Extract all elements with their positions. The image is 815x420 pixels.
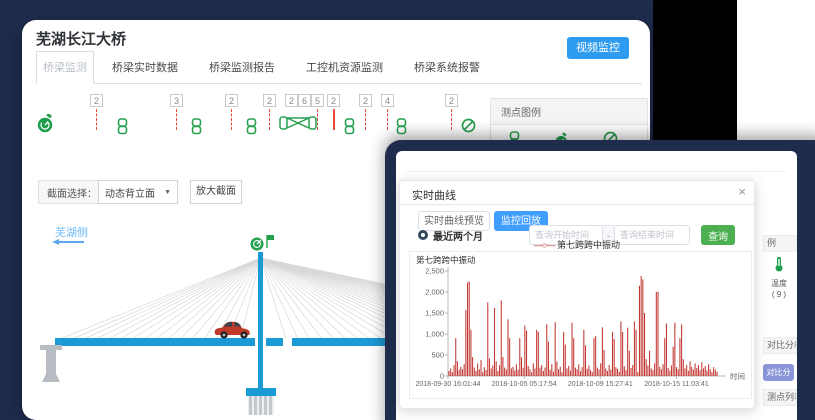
- svg-text:0: 0: [440, 372, 444, 381]
- chart-canvas: 第七跨跨中振动 0 500 1,000 1,500 2,000 2,500 2018-09-3…: [410, 252, 751, 398]
- sensor-count-badge[interactable]: 2: [263, 94, 276, 130]
- link-sensor-icon[interactable]: [117, 118, 128, 135]
- secondary-window: 例 温度 ( 9 ) 对比分析 对比分析 测点列表 实时曲线 × 实时曲线预览: [385, 140, 815, 420]
- link-sensor-icon[interactable]: [396, 118, 407, 135]
- badge-number: 6: [298, 94, 311, 107]
- page-title: 芜湖长江大桥: [36, 28, 126, 49]
- thermometer-icon: [773, 256, 785, 272]
- badge-number: 3: [170, 94, 183, 107]
- dialog-title: 实时曲线: [412, 187, 456, 203]
- tab-system-alarm[interactable]: 桥梁系统报警: [408, 52, 486, 83]
- sensor-count-badge[interactable]: 2: [359, 94, 372, 130]
- page-divider: [406, 171, 786, 172]
- red-dash-line: [387, 109, 388, 130]
- svg-text:2018-09-30 16:01:44: 2018-09-30 16:01:44: [416, 381, 481, 388]
- sensor-count-badge[interactable]: 4: [381, 94, 394, 130]
- background-white-region: [737, 0, 815, 150]
- tab-ipc-resource-monitoring[interactable]: 工控机资源监测: [300, 52, 389, 83]
- ban-sensor-icon[interactable]: [461, 118, 476, 133]
- vibration-chart: 第七跨跨中振动 0 500 1,000 1,500 2,000 2,500 2018-09-3…: [409, 251, 752, 399]
- red-dash-line: [269, 109, 270, 130]
- gauge-sensor-icon[interactable]: [36, 114, 55, 133]
- sidebar-temperature-item[interactable]: 温度 ( 9 ): [759, 256, 799, 299]
- sidebar-legend-header: 例: [763, 235, 797, 252]
- badge-number: 5: [311, 94, 324, 107]
- screen: 芜湖长江大桥 桥梁监测 桥梁实时数据 桥梁监测报告 工控机资源监测 桥梁系统报警…: [0, 0, 815, 420]
- badge-number: 2: [90, 94, 103, 107]
- chart-legend[interactable]: —○— 第七跨跨中振动: [400, 238, 754, 251]
- center-pier: [246, 388, 276, 415]
- badge-number: 2: [359, 94, 372, 107]
- red-dash-line: [365, 109, 366, 130]
- sensor-count-badge[interactable]: 2: [90, 94, 103, 130]
- badge-number: 2: [327, 94, 340, 107]
- sidebar-point-list-header: 测点列表: [763, 389, 797, 406]
- tab-monitoring-report[interactable]: 桥梁监测报告: [203, 52, 281, 83]
- temperature-count: ( 9 ): [759, 290, 799, 299]
- video-monitoring-button[interactable]: 视频监控: [567, 37, 629, 59]
- secondary-window-page: 例 温度 ( 9 ) 对比分析 对比分析 测点列表 实时曲线 × 实时曲线预览: [396, 151, 797, 420]
- link-sensor-icon[interactable]: [344, 118, 355, 135]
- link-sensor-icon[interactable]: [246, 118, 257, 135]
- close-icon[interactable]: ×: [738, 185, 746, 199]
- bridge-tower: [258, 252, 263, 392]
- red-dash-line: [96, 109, 97, 130]
- badge-number: 2: [285, 94, 298, 107]
- svg-text:2018-10-15 11:03:41: 2018-10-15 11:03:41: [644, 381, 709, 388]
- section-select-dropdown[interactable]: 动态背立面 ▼: [98, 180, 178, 204]
- svg-text:1,500: 1,500: [425, 309, 444, 318]
- compare-analysis-button[interactable]: 对比分析: [763, 364, 794, 381]
- dialog-header: 实时曲线 ×: [400, 181, 754, 205]
- svg-text:时间: 时间: [730, 371, 745, 381]
- main-tabbar: 桥梁监测 桥梁实时数据 桥梁监测报告 工控机资源监测 桥梁系统报警: [36, 56, 642, 84]
- zoom-section-button[interactable]: 放大截面: [190, 180, 242, 204]
- legend-panel-title: 测点图例: [491, 99, 647, 125]
- car: [215, 322, 250, 339]
- sensor-count-badge[interactable]: 2: [225, 94, 238, 130]
- background-black-region: [653, 0, 737, 150]
- red-dash-line: [451, 109, 452, 130]
- link-sensor-icon[interactable]: [191, 118, 202, 135]
- svg-text:2018-10-09 15:27:41: 2018-10-09 15:27:41: [568, 381, 633, 388]
- svg-text:2,000: 2,000: [425, 288, 444, 297]
- badge-number: 2: [225, 94, 238, 107]
- red-dash-line: [317, 109, 318, 130]
- section-select-value: 动态背立面: [105, 185, 155, 200]
- sensor-count-badge[interactable]: 2: [327, 94, 340, 130]
- tab-realtime-data[interactable]: 桥梁实时数据: [106, 52, 184, 83]
- badge-number: 2: [263, 94, 276, 107]
- tab-bridge-monitoring[interactable]: 桥梁监测: [36, 51, 94, 84]
- sensor-count-badge[interactable]: 5: [311, 94, 324, 130]
- sensor-count-badge[interactable]: 2: [445, 94, 458, 130]
- tower-sensor-icon[interactable]: [251, 235, 275, 251]
- left-pier: [40, 345, 62, 382]
- svg-text:1,000: 1,000: [425, 330, 444, 339]
- badge-number: 4: [381, 94, 394, 107]
- svg-text:500: 500: [431, 351, 444, 360]
- red-dash-line: [333, 109, 335, 130]
- legend-series-name: 第七跨跨中振动: [557, 240, 620, 250]
- section-select-label: 截面选择：: [39, 185, 97, 200]
- temperature-label: 温度: [759, 278, 799, 289]
- sidebar-compare-header: 对比分析: [763, 337, 797, 354]
- chevron-down-icon: ▼: [164, 189, 171, 196]
- sensor-count-badge[interactable]: 3: [170, 94, 183, 130]
- svg-text:2018-10-05 05:17:54: 2018-10-05 05:17:54: [492, 381, 557, 388]
- red-dash-line: [231, 109, 232, 130]
- legend-marker-icon: —○—: [534, 240, 554, 250]
- badge-number: 2: [445, 94, 458, 107]
- svg-text:2,500: 2,500: [425, 267, 444, 276]
- section-select-group: 截面选择： 动态背立面 ▼: [38, 180, 178, 204]
- realtime-curve-dialog: 实时曲线 × 实时曲线预览 监控回放 最近两个月 - 查询 —○— 第七跨跨中振…: [399, 180, 755, 409]
- red-dash-line: [176, 109, 177, 130]
- svg-text:第七跨跨中振动: 第七跨跨中振动: [416, 255, 476, 265]
